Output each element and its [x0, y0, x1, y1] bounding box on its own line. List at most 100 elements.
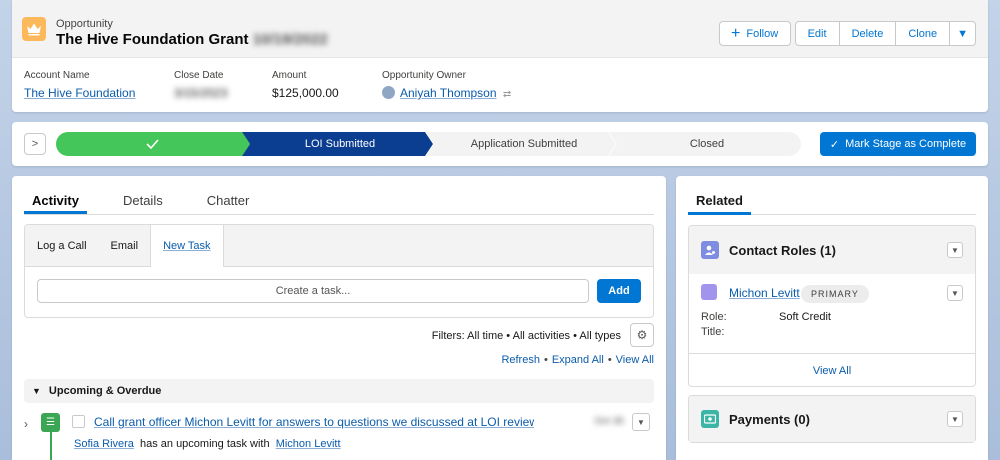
related-tabs: Related [688, 188, 976, 215]
field-account-name: Account Name The Hive Foundation [24, 70, 135, 100]
task-menu-button[interactable]: ▼ [632, 413, 650, 431]
payments-icon [701, 410, 719, 428]
chevron-right-icon[interactable]: › [24, 417, 28, 431]
follow-label: Follow [746, 27, 779, 40]
refresh-link[interactable]: Refresh [501, 354, 540, 366]
record-header: Opportunity The Hive Foundation Grant 10… [12, 0, 988, 112]
contact-roles-icon [701, 241, 719, 259]
tab-details[interactable]: Details [115, 188, 171, 214]
tab-email[interactable]: Email [99, 225, 151, 266]
plus-icon: + [731, 24, 741, 42]
role-label: Role: [701, 311, 727, 323]
payments-title[interactable]: Payments (0) [729, 412, 810, 427]
path-toggle-button[interactable]: > [24, 133, 46, 155]
close-date-value: 3/15/2023 [174, 86, 228, 100]
task-meta-text: has an upcoming task with [139, 438, 270, 450]
owner-value: Aniyah Thompson ⇄ [382, 86, 511, 100]
chevron-down-icon: ▼ [951, 414, 959, 424]
account-link[interactable]: The Hive Foundation [24, 86, 135, 100]
field-label: Account Name [24, 70, 90, 81]
chevron-down-icon: ▼ [637, 417, 645, 427]
path-stages: LOI Submitted Application Submitted Clos… [56, 132, 801, 156]
activity-composer: Log a Call Email New Task Create a task.… [24, 224, 654, 318]
header-top: Opportunity The Hive Foundation Grant 10… [12, 0, 988, 58]
follow-button[interactable]: + Follow [718, 21, 791, 46]
contact-name-link[interactable]: Michon Levitt [729, 286, 800, 300]
activity-filters[interactable]: Filters: All time • All activities • All… [432, 330, 621, 342]
view-all-link[interactable]: View All [616, 354, 654, 366]
separator: • [607, 354, 612, 366]
tab-chatter[interactable]: Chatter [199, 188, 258, 214]
new-task-label: New Task [163, 240, 211, 252]
stage-label-upcoming-1: Application Submitted [470, 138, 578, 150]
contact-roles-title[interactable]: Contact Roles (1) [729, 243, 836, 258]
contact-role-item: Michon Levitt PRIMARY ▼ Role: Soft Credi… [689, 274, 975, 354]
crown-icon [22, 17, 46, 41]
object-type: Opportunity [56, 18, 113, 30]
separator: • [543, 354, 548, 366]
clone-button[interactable]: Clone [895, 21, 951, 46]
sales-path: > LOI Submitted Application Submitted Cl… [12, 122, 988, 166]
contact-roles-view-all[interactable]: View All [689, 354, 975, 387]
amount-value: $125,000.00 [272, 86, 339, 100]
field-amount: Amount $125,000.00 [272, 70, 339, 100]
edit-button[interactable]: Edit [794, 21, 840, 46]
contact-icon [701, 284, 717, 300]
chevron-down-icon: ▼ [951, 245, 959, 255]
activity-links: Refresh • Expand All • View All [501, 354, 654, 366]
payments-menu-button[interactable]: ▼ [947, 411, 963, 427]
tab-new-task[interactable]: New Task [150, 225, 224, 267]
related-panel: Related Contact Roles (1) ▼ Michon Levit… [676, 176, 988, 460]
gear-icon: ⚙ [636, 328, 648, 342]
record-date-blurred: 10/19/2022 [252, 31, 328, 48]
task-date: Oct 30 [594, 416, 624, 427]
action-button-group: Edit Delete Clone ▼ [794, 21, 976, 46]
title-label: Title: [701, 326, 725, 338]
contact-link[interactable]: Michon Levitt [276, 438, 341, 450]
field-owner: Opportunity Owner Aniyah Thompson ⇄ [382, 70, 511, 100]
primary-badge: PRIMARY [801, 285, 869, 303]
payments-header: Payments (0) ▼ [689, 396, 975, 442]
contact-roles-menu-button[interactable]: ▼ [947, 242, 963, 258]
chevron-down-icon: ▼ [951, 288, 959, 298]
field-close-date: Close Date 3/15/2023 [174, 70, 228, 100]
add-task-button[interactable]: Add [597, 279, 641, 303]
chevron-down-icon: ▼ [32, 386, 41, 396]
mark-stage-complete-button[interactable]: ✓ Mark Stage as Complete [820, 132, 976, 156]
task-icon: ☰ [41, 413, 60, 432]
chevron-down-icon: ▼ [957, 27, 968, 40]
stage-label-upcoming-2: Closed [689, 138, 725, 150]
stage-label-current: LOI Submitted [304, 138, 376, 150]
tab-related[interactable]: Related [688, 188, 751, 215]
page-title: The Hive Foundation Grant 10/19/2022 [56, 31, 328, 48]
activity-panel: Activity Details Chatter Log a Call Emai… [12, 176, 666, 460]
field-label: Close Date [174, 70, 224, 81]
more-actions-button[interactable]: ▼ [949, 21, 976, 46]
filter-settings-button[interactable]: ⚙ [630, 323, 654, 347]
task-subject-link[interactable]: Call grant officer Michon Levitt for ans… [94, 415, 534, 429]
payments-card: Payments (0) ▼ [688, 395, 976, 443]
chevron-right-icon: > [31, 138, 39, 150]
tab-log-a-call[interactable]: Log a Call [25, 225, 99, 266]
activity-tabs: Activity Details Chatter [24, 188, 654, 215]
change-owner-icon[interactable]: ⇄ [503, 89, 511, 100]
role-value: Soft Credit [779, 311, 831, 323]
user-icon [382, 86, 395, 99]
path-stage-complete[interactable] [56, 132, 250, 156]
tab-activity[interactable]: Activity [24, 188, 87, 214]
expand-all-link[interactable]: Expand All [552, 354, 604, 366]
create-task-input[interactable]: Create a task... [37, 279, 589, 303]
task-checkbox[interactable] [72, 415, 85, 428]
contact-item-menu-button[interactable]: ▼ [947, 285, 963, 301]
record-name: The Hive Foundation Grant [56, 31, 249, 48]
owner-link[interactable]: Aniyah Thompson [400, 86, 497, 100]
timeline-item: › ☰ Call grant officer Michon Levitt for… [24, 411, 654, 460]
contact-roles-header: Contact Roles (1) ▼ [689, 226, 975, 274]
header-actions: + Follow Edit Delete Clone ▼ [718, 21, 976, 46]
delete-button[interactable]: Delete [838, 21, 897, 46]
upcoming-overdue-section[interactable]: ▼ Upcoming & Overdue [24, 379, 654, 403]
assignee-link[interactable]: Sofia Rivera [74, 438, 134, 450]
highlight-fields: Account Name The Hive Foundation Close D… [24, 70, 559, 100]
task-meta: Sofia Rivera has an upcoming task with M… [74, 438, 341, 450]
field-label: Opportunity Owner [382, 70, 466, 81]
